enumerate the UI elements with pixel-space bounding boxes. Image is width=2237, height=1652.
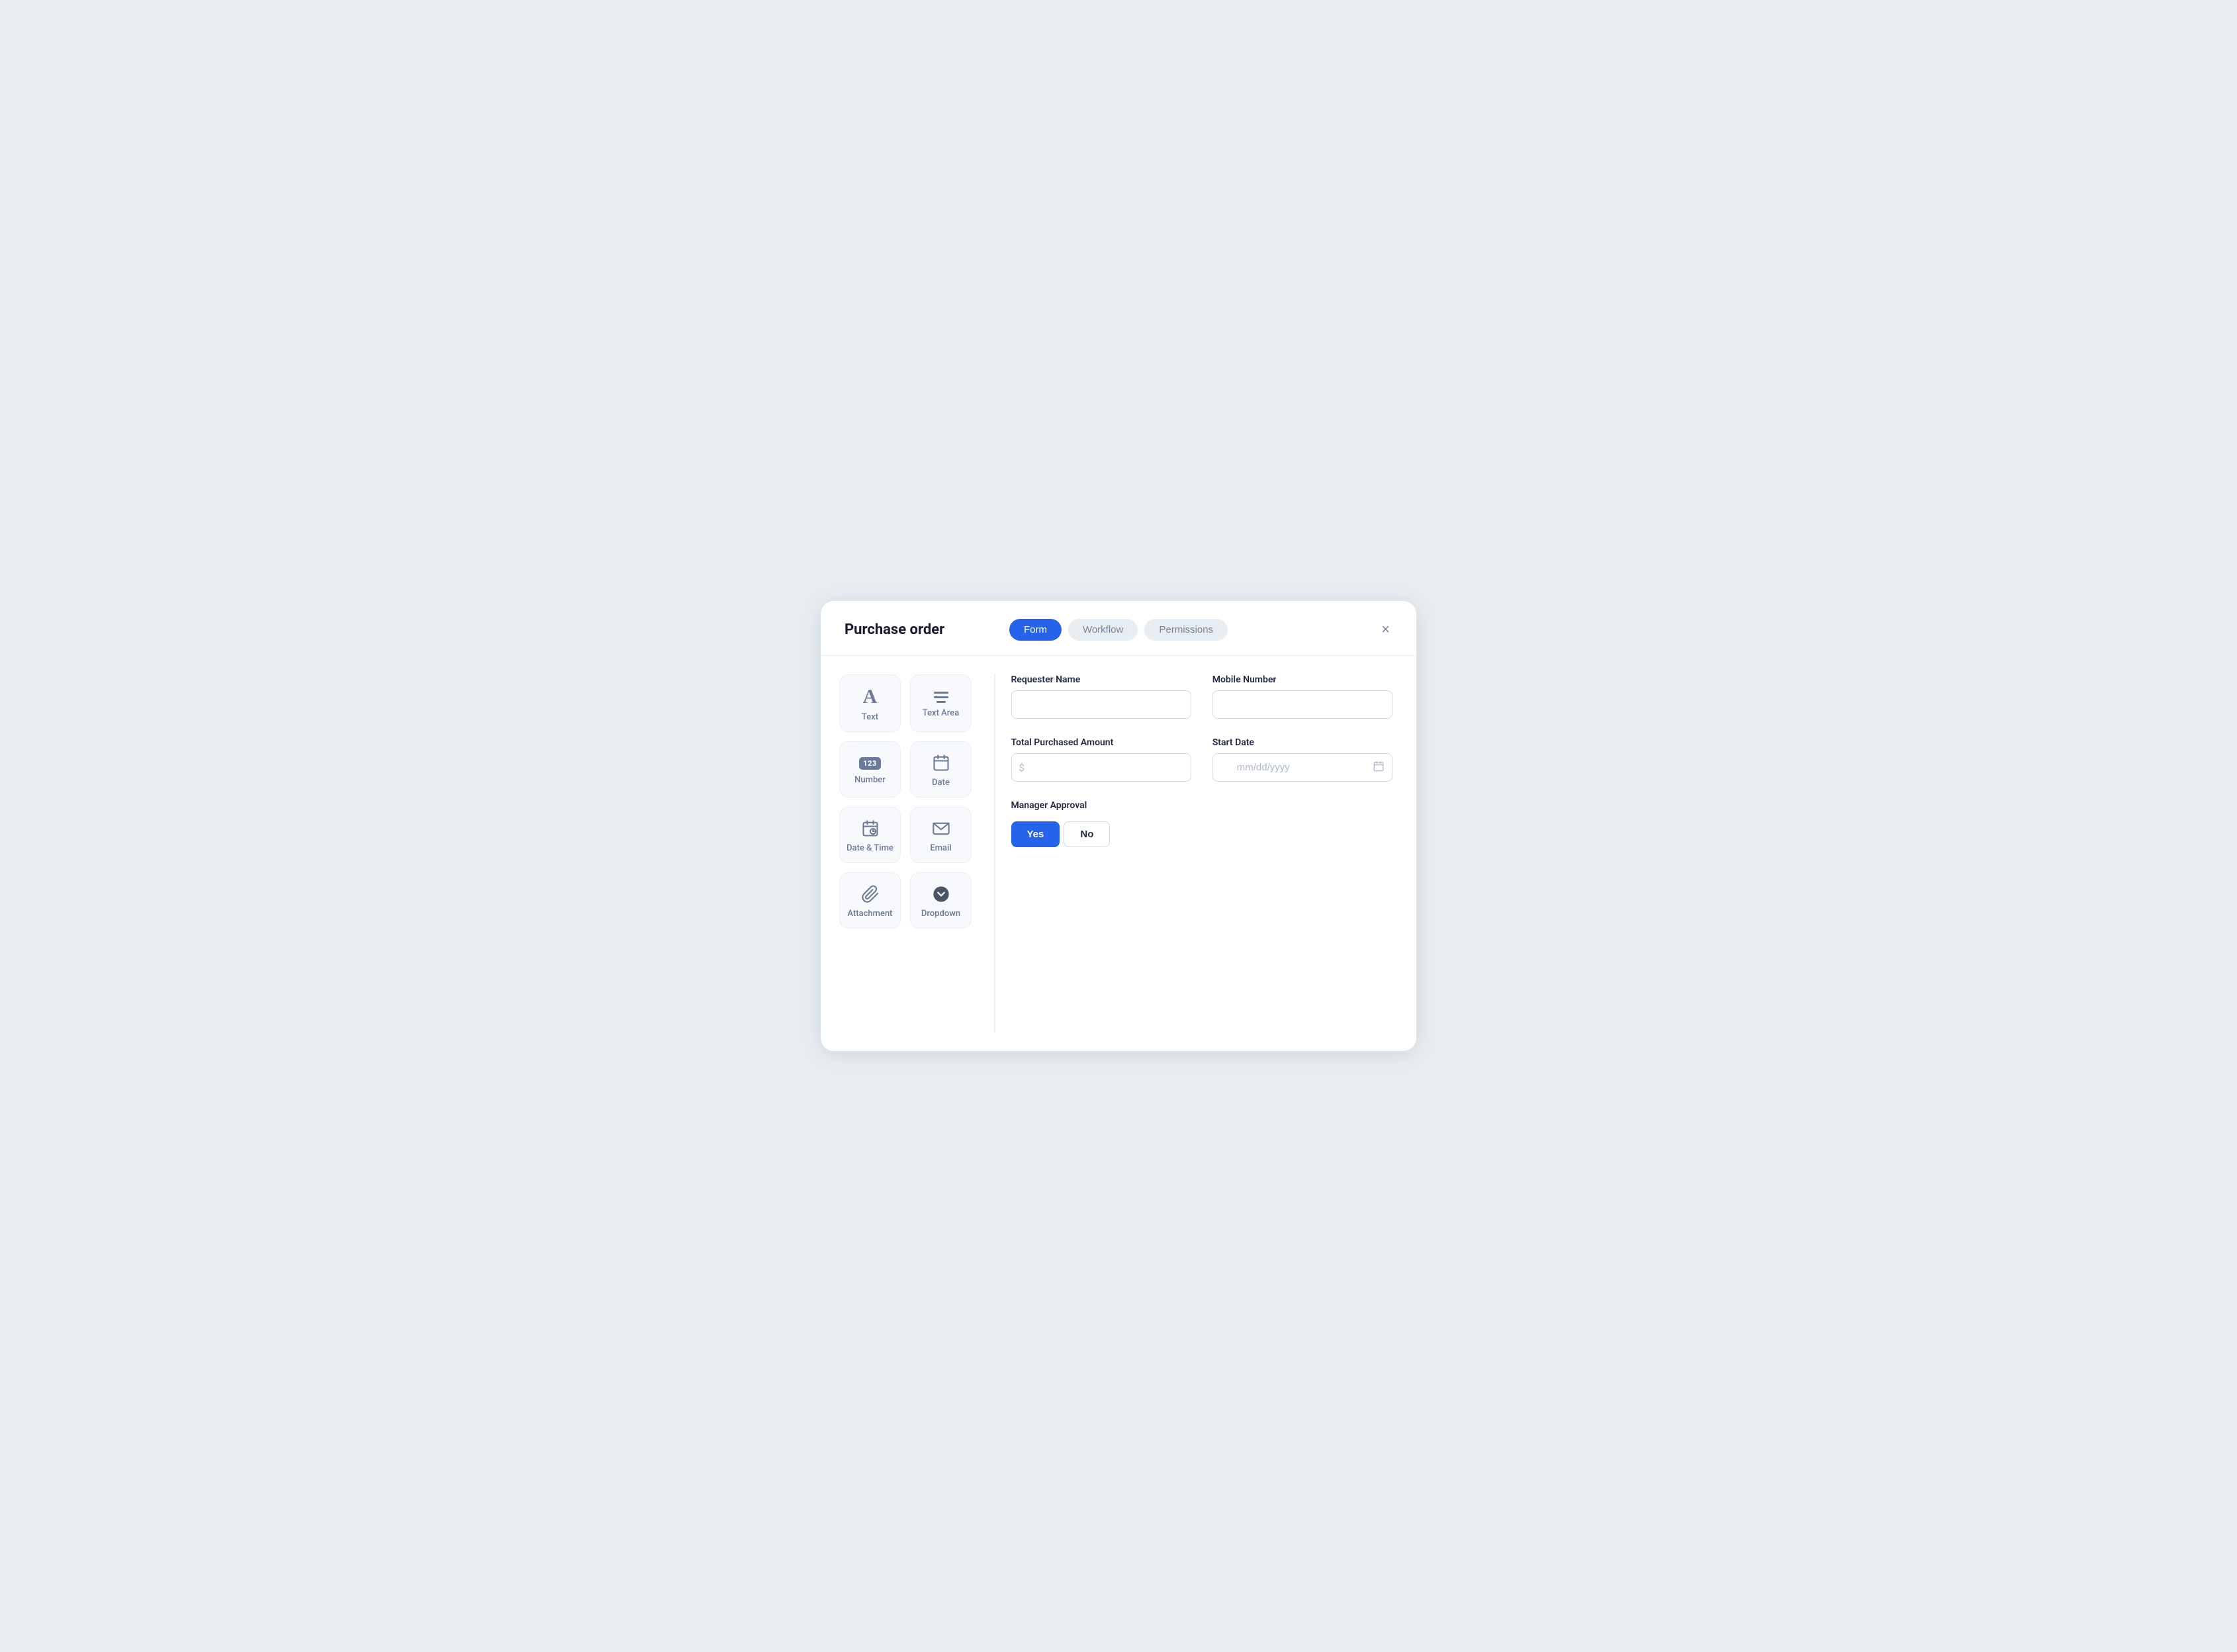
input-start-date[interactable]	[1212, 753, 1392, 782]
input-requester-name[interactable]	[1011, 690, 1191, 719]
sidebar-item-text[interactable]: A Text	[839, 674, 901, 732]
modal-body: A Text Text Area 123 Number	[821, 656, 1416, 1051]
label-requester-name: Requester Name	[1011, 674, 1191, 685]
form-group-requester-name: Requester Name	[1011, 674, 1191, 719]
text-icon: A	[863, 687, 878, 707]
start-date-input-wrapper	[1212, 753, 1392, 782]
sidebar-item-textarea[interactable]: Text Area	[910, 674, 972, 732]
textarea-icon	[934, 692, 948, 703]
sidebar-item-attachment[interactable]: Attachment	[839, 872, 901, 929]
label-mobile-number: Mobile Number	[1212, 674, 1392, 685]
sidebar-divider	[994, 674, 995, 1032]
datetime-icon	[861, 819, 880, 838]
label-manager-approval: Manager Approval	[1011, 800, 1393, 811]
sidebar-label-email: Email	[930, 843, 951, 853]
approval-no-button[interactable]: No	[1064, 821, 1110, 847]
attachment-icon	[861, 885, 880, 903]
modal-title: Purchase order	[845, 621, 944, 638]
close-button[interactable]: ×	[1379, 620, 1392, 639]
approval-button-group: Yes No	[1011, 821, 1393, 847]
sidebar-label-datetime: Date & Time	[846, 843, 893, 853]
form-row-1: Requester Name Mobile Number	[1011, 674, 1393, 719]
form-row-2: Total Purchased Amount $ Start Date	[1011, 737, 1393, 782]
tab-group: Form Workflow Permissions	[1009, 619, 1228, 641]
tab-permissions[interactable]: Permissions	[1144, 619, 1228, 641]
label-total-amount: Total Purchased Amount	[1011, 737, 1191, 748]
form-group-mobile-number: Mobile Number	[1212, 674, 1392, 719]
date-icon	[932, 754, 950, 772]
input-total-amount[interactable]	[1011, 753, 1191, 782]
tab-form[interactable]: Form	[1009, 619, 1062, 641]
form-area: Requester Name Mobile Number Total Purch…	[1011, 674, 1393, 1032]
field-type-sidebar: A Text Text Area 123 Number	[839, 674, 978, 1032]
sidebar-label-number: Number	[854, 775, 886, 785]
modal-header: Purchase order Form Workflow Permissions…	[821, 601, 1416, 656]
sidebar-label-dropdown: Dropdown	[921, 909, 960, 919]
tab-workflow[interactable]: Workflow	[1068, 619, 1138, 641]
label-start-date: Start Date	[1212, 737, 1392, 748]
form-group-approval: Manager Approval Yes No	[1011, 800, 1393, 847]
total-amount-input-wrapper: $	[1011, 753, 1191, 782]
dropdown-icon	[932, 885, 950, 903]
sidebar-item-email[interactable]: Email	[910, 807, 972, 863]
form-group-start-date: Start Date	[1212, 737, 1392, 782]
sidebar-label-textarea: Text Area	[923, 708, 959, 718]
form-group-total-amount: Total Purchased Amount $	[1011, 737, 1191, 782]
sidebar-label-date: Date	[932, 778, 950, 788]
sidebar-item-date[interactable]: Date	[910, 741, 972, 798]
sidebar-label-text: Text	[862, 712, 878, 722]
approval-yes-button[interactable]: Yes	[1011, 821, 1060, 847]
sidebar-item-datetime[interactable]: Date & Time	[839, 807, 901, 863]
sidebar-label-attachment: Attachment	[847, 909, 892, 919]
sidebar-item-dropdown[interactable]: Dropdown	[910, 872, 972, 929]
input-mobile-number[interactable]	[1212, 690, 1392, 719]
email-icon	[932, 819, 950, 838]
purchase-order-modal: Purchase order Form Workflow Permissions…	[821, 601, 1416, 1051]
sidebar-item-number[interactable]: 123 Number	[839, 741, 901, 798]
number-icon: 123	[859, 757, 880, 770]
